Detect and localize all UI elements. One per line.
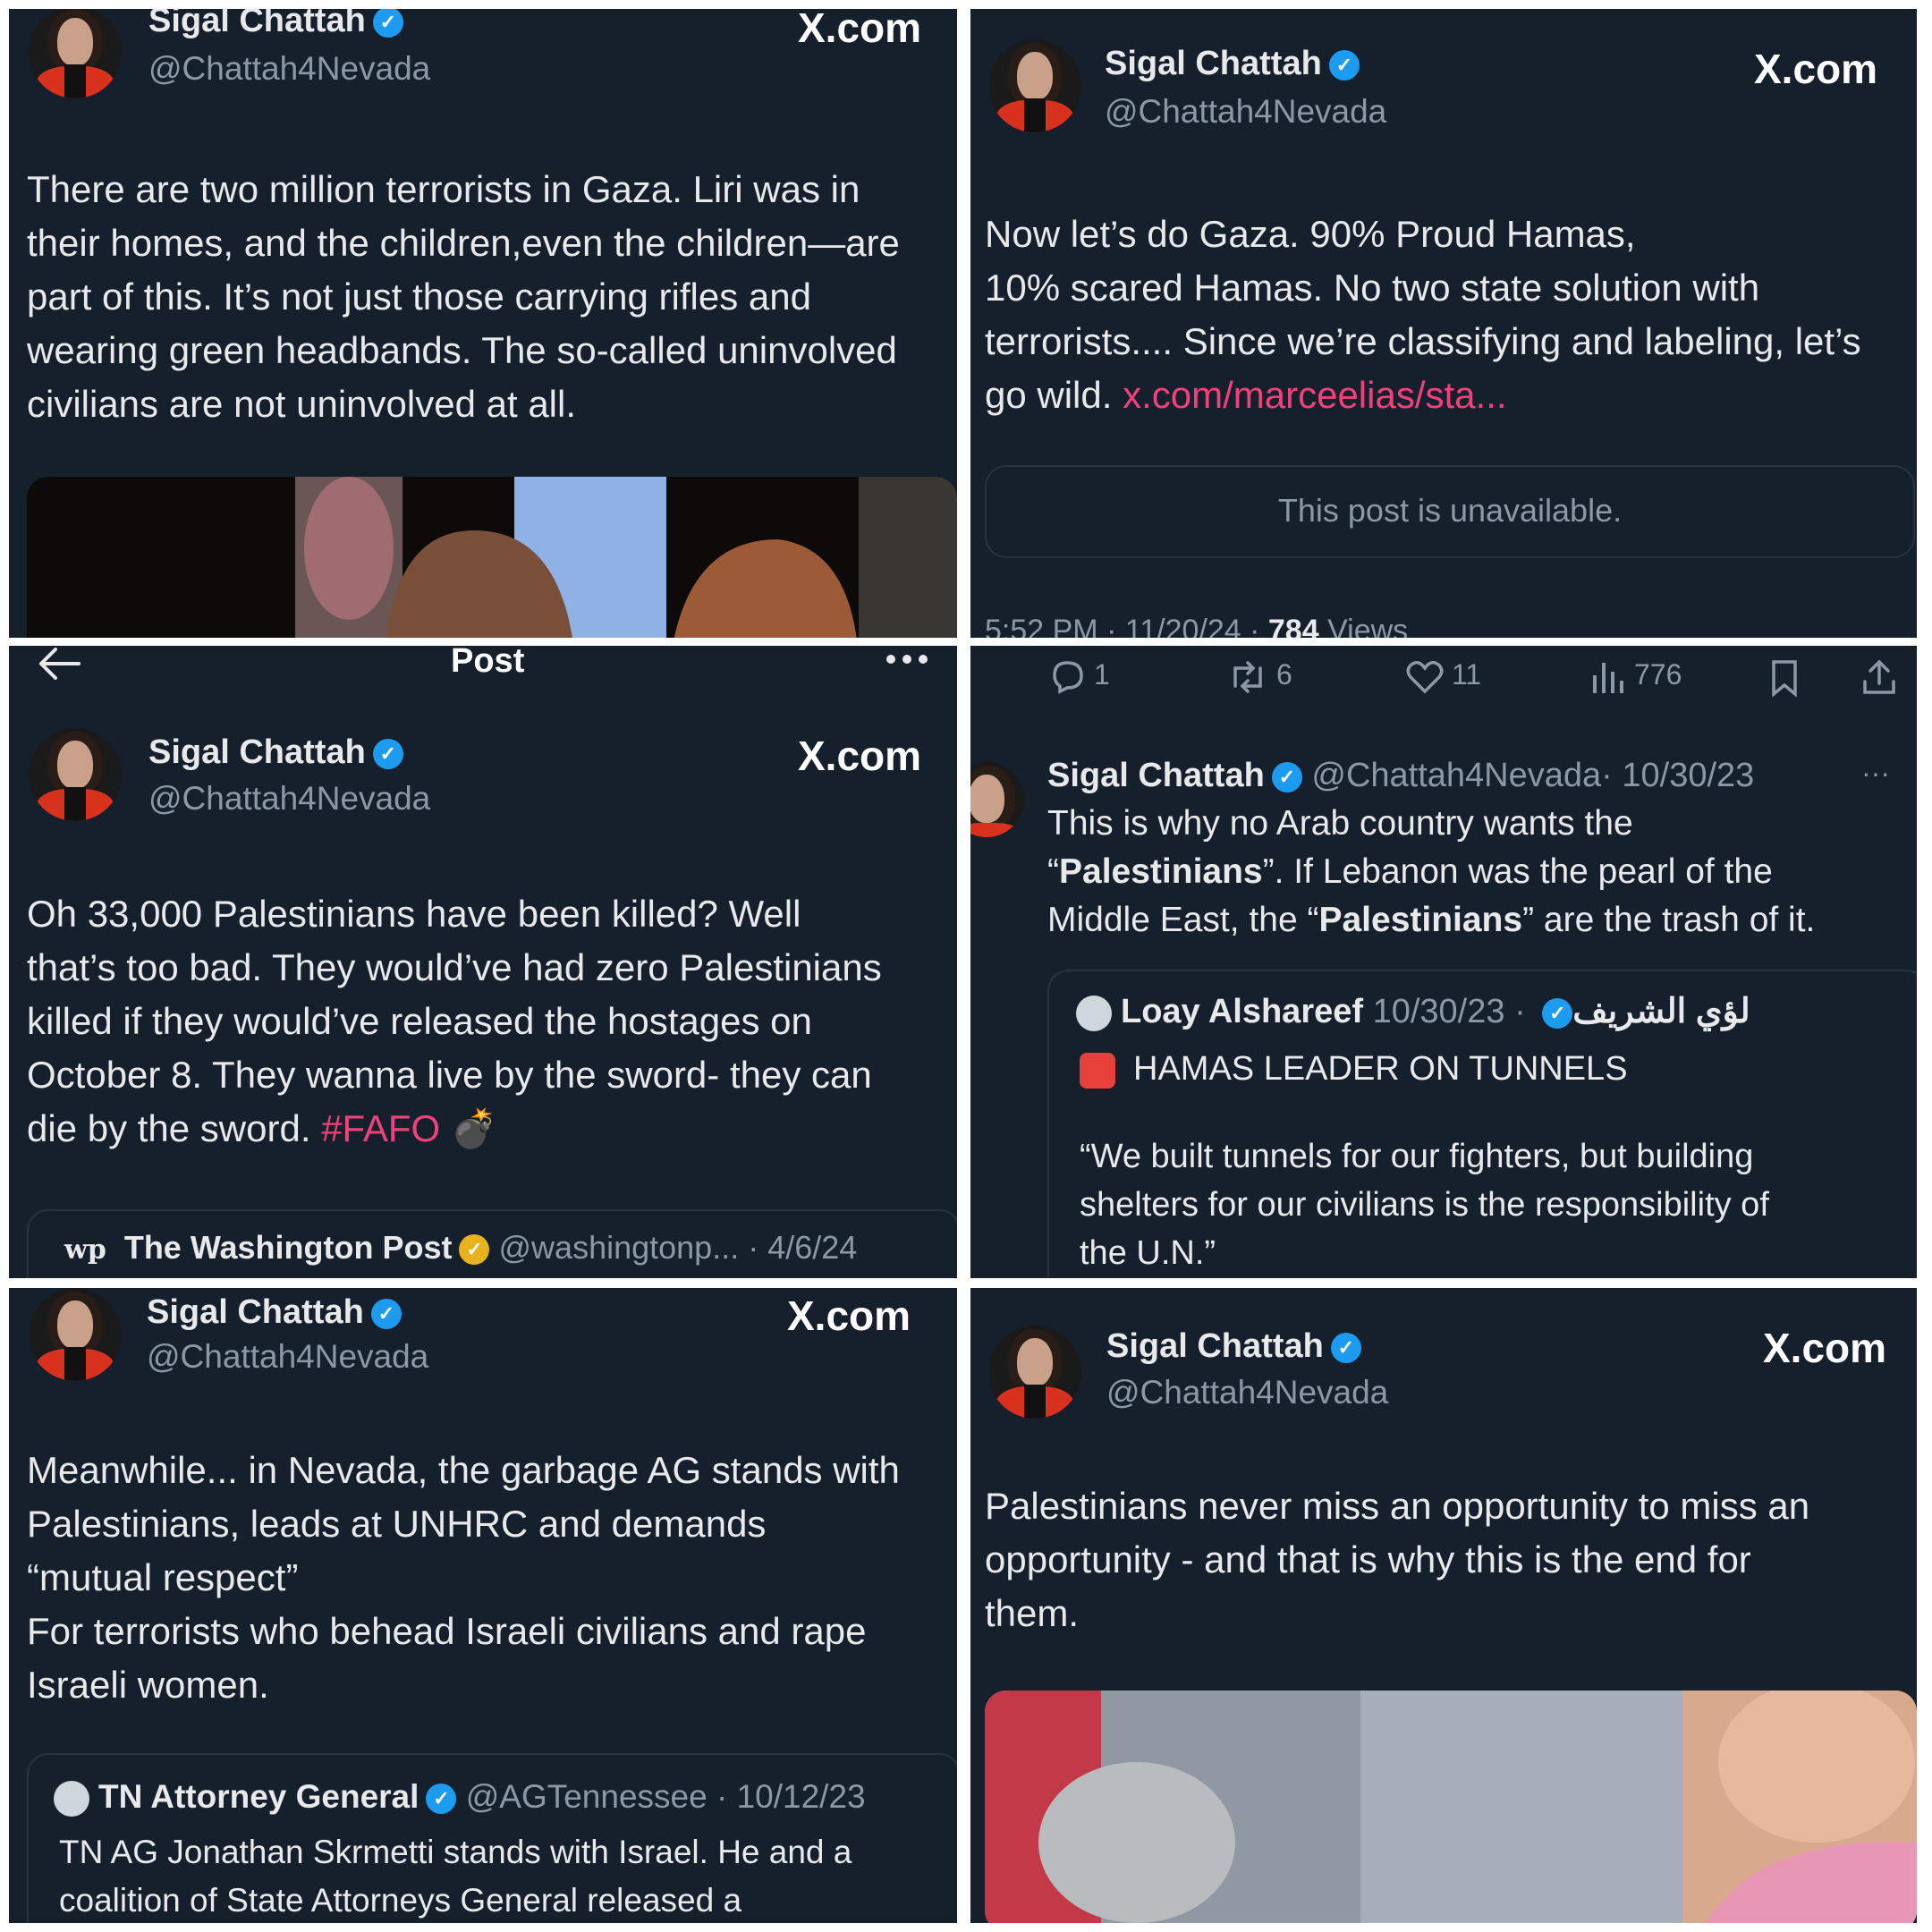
- bomb-emoji-icon: 💣: [450, 1107, 498, 1149]
- views-button[interactable]: 776: [1588, 658, 1682, 695]
- quoted-tweet-header: Loay Alshareef لؤي الشريف✓ · 10/30/23: [1076, 991, 1750, 1031]
- avatar[interactable]: [29, 728, 122, 821]
- tweet-link[interactable]: x.com/marceelias/sta...: [1123, 374, 1506, 416]
- hashtag-link[interactable]: #FAFO: [321, 1107, 440, 1149]
- x-brand-logo: X.com: [798, 9, 922, 51]
- verified-badge-icon: ✓: [370, 1298, 402, 1329]
- tweet-text: There are two million terrorists in Gaza…: [27, 168, 900, 425]
- tweet-text: Oh 33,000 Palestinians have been killed?…: [27, 893, 882, 1149]
- more-options-icon[interactable]: [884, 646, 930, 677]
- avatar[interactable]: [29, 1288, 122, 1381]
- washington-post-logo: wp: [64, 1234, 106, 1266]
- author-name[interactable]: Sigal Chattah ✓: [148, 733, 403, 772]
- media-photo-illustration: [985, 1690, 1917, 1923]
- verified-badge-icon: ✓: [1330, 1332, 1361, 1363]
- unavailable-text: This post is unavailable.: [1277, 492, 1623, 529]
- avatar[interactable]: [970, 762, 1024, 837]
- heart-icon: [1406, 660, 1444, 694]
- verified-badge-icon: ✓: [372, 9, 403, 38]
- quoted-headline: HAMAS LEADER ON TUNNELS: [1080, 1050, 1628, 1089]
- quoted-date: · 4/6/24: [748, 1229, 858, 1266]
- author-handle[interactable]: @Chattah4Nevada: [1105, 93, 1386, 131]
- quoted-text: TN AG Jonathan Skrmetti stands with Isra…: [59, 1834, 852, 1919]
- reply-button[interactable]: 1: [1047, 658, 1110, 695]
- author-name-text: Sigal Chattah: [1106, 1327, 1324, 1365]
- quoted-avatar: [1076, 995, 1112, 1031]
- author-handle[interactable]: @Chattah4Nevada: [1311, 757, 1601, 794]
- quoted-date: · 10/30/23: [1372, 993, 1526, 1030]
- quoted-tweet-card[interactable]: TN Attorney General ✓ @AGTennessee · 10/1…: [27, 1753, 957, 1923]
- siren-icon: [1080, 1052, 1115, 1089]
- quoted-author-handle: @AGTennessee: [465, 1778, 708, 1815]
- x-brand-logo: X.com: [1754, 46, 1878, 92]
- share-icon[interactable]: [1860, 657, 1899, 700]
- avatar[interactable]: [988, 39, 1081, 132]
- tweet-media-image[interactable]: [985, 1690, 1917, 1923]
- quoted-tweet-header: wp The Washington Post ✓ @washingtonp... …: [64, 1229, 857, 1267]
- quoted-tweet-card[interactable]: Loay Alshareef لؤي الشريف✓ · 10/30/23 HA…: [1047, 970, 1917, 1278]
- unavailable-quote-card: This post is unavailable.: [985, 465, 1915, 558]
- author-row: Sigal Chattah ✓ @Chattah4Nevada· 10/30/23: [1047, 757, 1754, 795]
- views-count: 784: [1267, 614, 1319, 638]
- avatar[interactable]: [29, 9, 122, 98]
- quoted-text: “We built tunnels for our fighters, but …: [1080, 1138, 1769, 1272]
- quoted-author-handle: @washingtonp...: [498, 1229, 740, 1266]
- page-title: Post: [451, 646, 525, 680]
- verified-badge-icon: ✓: [1328, 49, 1360, 80]
- reply-icon: [1053, 660, 1083, 694]
- analytics-icon: [1593, 662, 1623, 693]
- author-name-text: Sigal Chattah: [147, 1293, 364, 1331]
- quoted-author-name: TN Attorney General: [98, 1778, 419, 1815]
- verified-badge-icon: ✓: [372, 738, 403, 769]
- author-handle[interactable]: @Chattah4Nevada: [1106, 1374, 1388, 1411]
- author-handle[interactable]: @Chattah4Nevada: [147, 1338, 428, 1376]
- verified-badge-icon: ✓: [426, 1784, 457, 1815]
- avatar[interactable]: [988, 1326, 1081, 1419]
- like-button[interactable]: 11: [1405, 658, 1481, 695]
- back-arrow-icon[interactable]: [36, 646, 82, 686]
- timestamp-row: 5:52 PM · 11/20/24 · 784 Views: [985, 614, 1408, 638]
- bookmark-icon[interactable]: [1767, 658, 1802, 702]
- tweet-media-image[interactable]: [27, 477, 957, 638]
- author-handle[interactable]: @Chattah4Nevada: [148, 50, 430, 88]
- repost-icon: [1233, 660, 1262, 693]
- post-date: · 10/30/23: [1601, 757, 1755, 794]
- author-name-text[interactable]: Sigal Chattah: [1047, 757, 1265, 794]
- x-brand-logo: X.com: [798, 733, 922, 779]
- timestamp[interactable]: 5:52 PM · 11/20/24 ·: [985, 614, 1259, 638]
- verified-gold-badge-icon: ✓: [459, 1234, 490, 1266]
- author-name-text: Sigal Chattah: [148, 733, 366, 771]
- media-photo-illustration: [27, 477, 957, 638]
- verified-badge-icon: ✓: [1271, 761, 1302, 792]
- repost-button[interactable]: 6: [1226, 658, 1292, 695]
- author-name[interactable]: Sigal Chattah ✓: [147, 1293, 402, 1332]
- x-brand-logo: X.com: [787, 1292, 911, 1339]
- tweet-panel-6: Sigal Chattah ✓ @Chattah4Nevada X.com Pal…: [970, 1288, 1917, 1923]
- author-name[interactable]: Sigal Chattah ✓: [148, 9, 403, 40]
- quoted-date: · 10/12/23: [716, 1778, 866, 1815]
- quoted-tweet-header: TN Attorney General ✓ @AGTennessee · 10/1…: [54, 1778, 866, 1818]
- author-handle[interactable]: @Chattah4Nevada: [148, 780, 430, 818]
- author-name[interactable]: Sigal Chattah ✓: [1106, 1327, 1361, 1366]
- tweet-panel-4: 1 6 11 776 Sigal Chattah ✓ @Chattah4Nevad…: [970, 646, 1917, 1278]
- tweet-panel-2: Sigal Chattah ✓ @Chattah4Nevada X.com Now…: [970, 9, 1917, 638]
- tweet-panel-5: Sigal Chattah ✓ @Chattah4Nevada X.com Mea…: [9, 1288, 957, 1923]
- author-name-text: Sigal Chattah: [148, 9, 366, 39]
- tweet-text: Now let’s do Gaza. 90% Proud Hamas, 10% …: [985, 213, 1861, 416]
- tweet-text: Palestinians never miss an opportunity t…: [985, 1485, 1810, 1634]
- author-name[interactable]: Sigal Chattah ✓: [1105, 45, 1360, 83]
- more-options-icon[interactable]: ···: [1861, 757, 1890, 790]
- tweet-text: Meanwhile... in Nevada, the garbage AG s…: [27, 1449, 900, 1706]
- tweet-panel-1: Sigal Chattah ✓ @Chattah4Nevada X.com The…: [9, 9, 957, 638]
- verified-badge-icon: ✓: [1542, 997, 1573, 1029]
- tweet-text: This is why no Arab country wants the “P…: [1047, 804, 1816, 939]
- author-name-text: Sigal Chattah: [1105, 45, 1322, 82]
- x-brand-logo: X.com: [1763, 1325, 1887, 1371]
- quoted-author-name: The Washington Post: [123, 1229, 453, 1266]
- quoted-avatar: [54, 1781, 89, 1818]
- quoted-tweet-card[interactable]: wp The Washington Post ✓ @washingtonp... …: [27, 1209, 957, 1278]
- tweet-panel-3: Post Sigal Chattah ✓ @Chattah4Nevada X.co…: [9, 646, 957, 1278]
- views-label: Views: [1327, 614, 1409, 638]
